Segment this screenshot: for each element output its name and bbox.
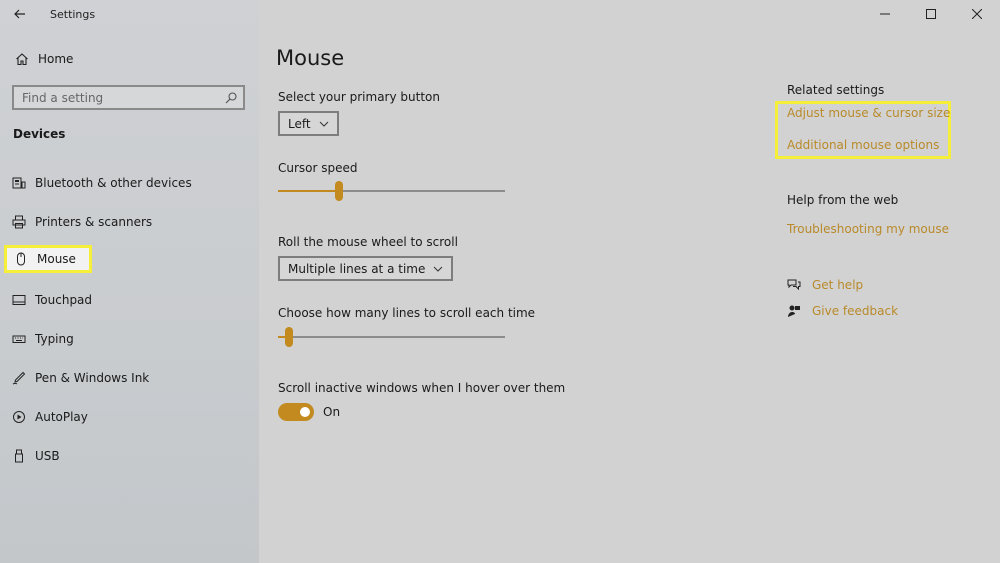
sidebar-item-home[interactable]: Home bbox=[8, 46, 248, 72]
primary-button-label: Select your primary button bbox=[278, 90, 440, 104]
sidebar-item-label: Mouse bbox=[37, 252, 76, 266]
scroll-inactive-toggle[interactable] bbox=[278, 403, 314, 421]
scroll-lines-label: Choose how many lines to scroll each tim… bbox=[278, 306, 536, 320]
dropdown-value: Left bbox=[288, 116, 311, 131]
dropdown-value: Multiple lines at a time bbox=[288, 261, 426, 276]
mouse-icon bbox=[11, 249, 31, 269]
scroll-inactive-label: Scroll inactive windows when I hover ove… bbox=[278, 381, 566, 395]
sidebar-item-label: USB bbox=[35, 449, 60, 463]
sidebar-item-label: Touchpad bbox=[35, 293, 93, 307]
sidebar-item-touchpad[interactable]: Touchpad bbox=[4, 286, 244, 314]
pen-icon bbox=[9, 368, 29, 388]
title-bar: Settings bbox=[0, 0, 259, 28]
toggle-state-label: On bbox=[323, 405, 341, 419]
usb-icon bbox=[9, 446, 29, 466]
sidebar-item-usb[interactable]: USB bbox=[4, 442, 244, 470]
toggle-knob bbox=[300, 407, 310, 417]
help-from-web-title: Help from the web bbox=[787, 193, 899, 207]
chat-help-icon bbox=[785, 276, 803, 294]
cursor-speed-label: Cursor speed bbox=[278, 161, 358, 175]
get-help-row[interactable]: Get help bbox=[785, 276, 863, 294]
sidebar-item-label: Typing bbox=[35, 332, 74, 346]
scroll-wheel-label: Roll the mouse wheel to scroll bbox=[278, 235, 458, 249]
search-icon bbox=[225, 91, 237, 103]
slider-thumb[interactable] bbox=[285, 327, 293, 347]
primary-button-dropdown[interactable]: Left bbox=[278, 111, 339, 136]
troubleshooting-link[interactable]: Troubleshooting my mouse bbox=[787, 222, 949, 236]
slider-track bbox=[278, 336, 505, 338]
adjust-cursor-size-link[interactable]: Adjust mouse & cursor size bbox=[787, 106, 950, 120]
page-title: Mouse bbox=[276, 46, 345, 70]
sidebar-item-mouse[interactable]: Mouse bbox=[4, 245, 92, 273]
sidebar: Settings Home Devices bbox=[0, 0, 259, 563]
slider-thumb[interactable] bbox=[335, 181, 343, 201]
bluetooth-devices-icon bbox=[9, 173, 29, 193]
minimize-icon bbox=[880, 13, 890, 15]
give-feedback-row[interactable]: Give feedback bbox=[785, 302, 898, 320]
app-title: Settings bbox=[50, 8, 96, 21]
back-button[interactable] bbox=[10, 4, 30, 24]
keyboard-icon bbox=[9, 329, 29, 349]
related-settings-title: Related settings bbox=[787, 83, 885, 97]
sidebar-item-label: AutoPlay bbox=[35, 410, 88, 424]
maximize-icon bbox=[926, 9, 936, 19]
printer-icon bbox=[9, 212, 29, 232]
close-icon bbox=[972, 9, 982, 19]
maximize-button[interactable] bbox=[908, 0, 954, 28]
autoplay-icon bbox=[9, 407, 29, 427]
sidebar-item-label: Bluetooth & other devices bbox=[35, 176, 192, 190]
section-title: Devices bbox=[13, 127, 66, 141]
back-arrow-icon bbox=[14, 9, 25, 19]
cursor-speed-slider[interactable] bbox=[278, 181, 505, 201]
sidebar-item-typing[interactable]: Typing bbox=[4, 325, 244, 353]
home-icon bbox=[12, 49, 32, 69]
settings-window: Settings Home Devices bbox=[0, 0, 1000, 563]
scroll-lines-slider[interactable] bbox=[278, 327, 505, 347]
sidebar-item-printers[interactable]: Printers & scanners bbox=[4, 208, 244, 236]
sidebar-item-autoplay[interactable]: AutoPlay bbox=[4, 403, 244, 431]
feedback-icon bbox=[785, 302, 803, 320]
slider-fill bbox=[278, 190, 339, 192]
sidebar-item-label: Home bbox=[38, 52, 74, 66]
additional-mouse-options-link[interactable]: Additional mouse options bbox=[787, 138, 939, 152]
minimize-button[interactable] bbox=[862, 0, 908, 28]
search-box bbox=[12, 85, 245, 110]
get-help-link[interactable]: Get help bbox=[812, 278, 863, 292]
touchpad-icon bbox=[9, 290, 29, 310]
main-content: Mouse Select your primary button Left Cu… bbox=[259, 0, 1000, 563]
sidebar-item-bluetooth[interactable]: Bluetooth & other devices bbox=[4, 169, 244, 197]
sidebar-item-label: Pen & Windows Ink bbox=[35, 371, 150, 385]
close-button[interactable] bbox=[954, 0, 1000, 28]
chevron-down-icon bbox=[319, 121, 329, 127]
window-controls bbox=[862, 0, 1000, 28]
scroll-wheel-dropdown[interactable]: Multiple lines at a time bbox=[278, 256, 454, 281]
sidebar-item-label: Printers & scanners bbox=[35, 215, 153, 229]
search-input[interactable] bbox=[22, 90, 225, 105]
chevron-down-icon bbox=[433, 266, 443, 272]
sidebar-item-pen[interactable]: Pen & Windows Ink bbox=[4, 364, 244, 392]
give-feedback-link[interactable]: Give feedback bbox=[812, 304, 898, 318]
